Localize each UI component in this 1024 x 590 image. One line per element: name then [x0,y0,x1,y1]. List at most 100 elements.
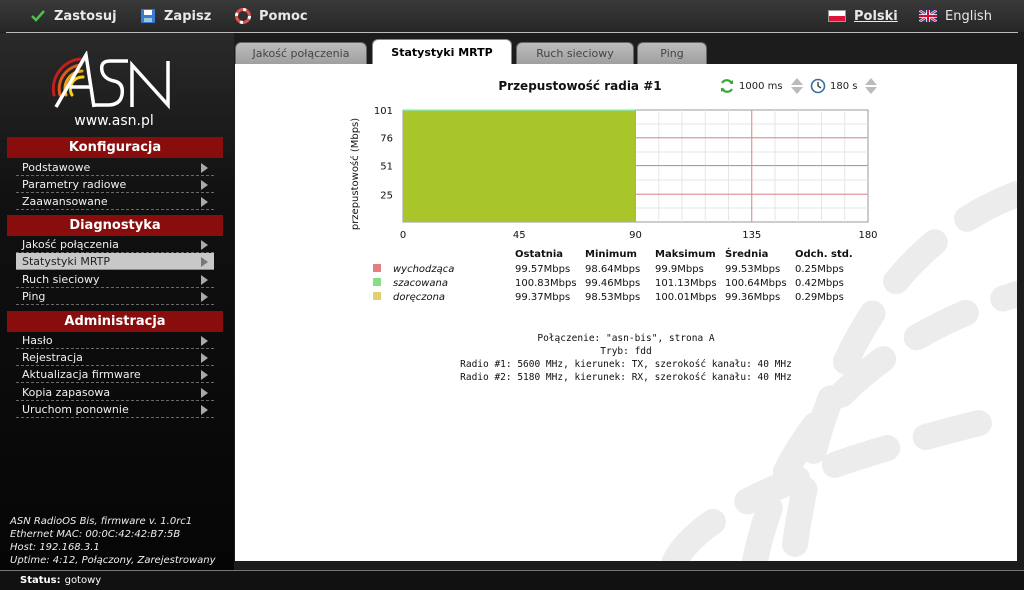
stats-header-row: Ostatnia Minimum Maksimum Średnia Odch. … [373,248,865,262]
sidebar-item-uruchom-ponownie[interactable]: Uruchom ponownie [16,401,214,418]
radio2-line: Radio #2: 5180 MHz, kierunek: RX, szerok… [460,372,792,383]
stats-header: Minimum [585,248,637,260]
sidebar-item-ruch-sieciowy[interactable]: Ruch sieciowy [16,271,214,288]
stat-cell: 0.25Mbps [795,263,844,275]
mac-info: Ethernet MAC: 00:0C:42:42:B7:5B [10,529,181,540]
stats-header-blank [373,248,515,262]
series-area [403,111,636,222]
stats-header: Ostatnia [515,248,564,260]
stat-cell: 99.36Mbps [725,291,781,303]
section-header-konfiguracja: Konfiguracja [7,137,223,158]
series-name-cell: doręczona [373,290,515,304]
series-name-cell: szacowana [373,276,515,290]
arrow-right-icon [201,197,208,207]
arrow-right-icon [201,240,208,250]
interval-spinner[interactable] [790,78,803,94]
stats-header: Średnia [725,248,769,260]
table-row: wychodząca 99.57Mbps 98.64Mbps 99.9Mbps … [373,262,865,276]
stat-cell: 100.64Mbps [725,277,787,289]
refresh-interval-control[interactable]: 1000 ms [719,78,803,94]
arrow-right-icon [201,275,208,285]
stat-cell: 99.53Mbps [725,263,781,275]
arrow-right-icon [201,353,208,363]
sidebar-item-label: Aktualizacja firmware [22,367,141,381]
sidebar-item-zaawansowane[interactable]: Zaawansowane [16,193,214,210]
mode-line: Tryb: fdd [600,346,652,357]
spinner-up-icon[interactable] [865,78,878,85]
stats-table-wrapper: Ostatnia Minimum Maksimum Średnia Odch. … [373,248,865,304]
stat-cell: 100.01Mbps [655,291,717,303]
stats-table: Ostatnia Minimum Maksimum Średnia Odch. … [373,248,865,304]
y-tick-label: 76 [380,134,393,145]
main-panel: Przepustowość radia #1 1000 ms 180 s 25 5… [235,64,1017,561]
help-button[interactable]: Pomoc [235,0,308,32]
sidebar-item-statystyki-mrtp[interactable]: Statystyki MRTP [16,253,214,270]
poland-flag-icon [828,10,846,22]
sidebar-item-label: Hasło [22,333,53,347]
sidebar-item-aktualizacja-firmware[interactable]: Aktualizacja firmware [16,366,214,383]
time-window-value: 180 s [830,80,858,92]
stat-cell: 98.64Mbps [585,263,641,275]
apply-button[interactable]: Zastosuj [30,0,117,32]
sidebar-item-label: Ruch sieciowy [22,272,100,286]
tab-jakosc-polaczenia[interactable]: Jakość połączenia [235,42,367,64]
window-spinner[interactable] [865,78,878,94]
legend-swatch [373,263,381,272]
sidebar-item-label: Podstawowe [22,160,91,174]
sidebar-item-podstawowe[interactable]: Podstawowe [16,159,214,176]
spinner-up-icon[interactable] [790,78,803,85]
lang-english-label: English [945,8,992,24]
sidebar-item-label: Jakość połączenia [22,237,119,251]
sidebar-item-label: Ping [22,289,46,303]
save-button[interactable]: Zapisz [140,0,211,32]
tab-ping[interactable]: Ping [637,42,707,64]
sidebar-item-jakosc-polaczenia[interactable]: Jakość połączenia [16,236,214,253]
connection-line: Połączenie: "asn-bis", strona A [537,333,715,344]
legend-swatch [373,277,381,286]
y-tick-label: 25 [380,190,393,201]
stat-cell: 99.37Mbps [515,291,571,303]
sidebar-item-ping[interactable]: Ping [16,288,214,305]
spinner-down-icon[interactable] [865,87,878,94]
save-label: Zapisz [164,8,212,24]
chart-title: Przepustowość radia #1 [498,79,662,93]
table-row: szacowana 100.83Mbps 99.46Mbps 101.13Mbp… [373,276,865,290]
series-name-cell: wychodząca [373,262,515,276]
y-tick-label: 51 [380,161,393,172]
status-bar: Status: gotowy [0,570,1024,590]
stat-cell: 98.53Mbps [585,291,641,303]
spinner-down-icon[interactable] [790,87,803,94]
status-value: gotowy [64,575,102,586]
top-toolbar: Zastosuj Zapisz Pomoc Polski English [0,0,1024,32]
section-header-diagnostyka: Diagnostyka [7,215,223,236]
lang-english-link[interactable]: English [919,0,992,32]
x-tick-label: 45 [513,230,526,241]
clock-icon [810,78,826,94]
sidebar-item-parametry-radiowe[interactable]: Parametry radiowe [16,176,214,193]
lang-polish-link[interactable]: Polski [828,0,898,32]
sidebar-item-rejestracja[interactable]: Rejestracja [16,349,214,366]
section-header-administracja: Administracja [7,311,223,332]
tab-statystyki-mrtp[interactable]: Statystyki MRTP [372,39,512,65]
series-name: doręczona [393,291,446,303]
x-tick-label: 0 [400,230,406,241]
arrow-right-icon [201,292,208,302]
arrow-right-icon [201,336,208,346]
legend-swatch [373,291,381,300]
stat-cell: 100.83Mbps [515,277,577,289]
arrow-right-icon [201,257,208,267]
throughput-chart: 25 51 76 101 0 45 90 135 180 przepustowość (Mbps) [349,106,878,241]
sidebar-item-kopia-zapasowa[interactable]: Kopia zapasowa [16,384,214,401]
asn-logo [51,51,170,110]
stats-header: Odch. std. [795,248,853,260]
refresh-interval-value: 1000 ms [739,80,783,92]
time-window-control[interactable]: 180 s [810,78,878,94]
stat-cell: 0.29Mbps [795,291,844,303]
sidebar-item-haslo[interactable]: Hasło [16,332,214,349]
uk-flag-icon [919,10,937,22]
x-tick-label: 135 [742,230,761,241]
tab-ruch-sieciowy[interactable]: Ruch sieciowy [516,42,634,64]
stat-cell: 101.13Mbps [655,277,717,289]
x-tick-label: 180 [858,230,877,241]
stat-cell: 99.46Mbps [585,277,641,289]
